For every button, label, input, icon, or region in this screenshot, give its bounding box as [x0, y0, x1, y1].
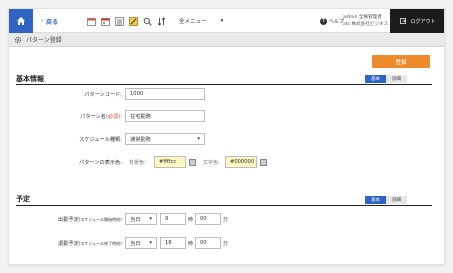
schedule-view-toggle: 基本 詳細	[365, 196, 407, 204]
required-badge: (必須)	[105, 114, 121, 120]
help-label: ヘルプ	[329, 18, 345, 25]
schedule-toggle-detail[interactable]: 詳細	[386, 196, 407, 204]
caret-down-icon: ▾	[149, 216, 152, 222]
start-time-note: (スケジュール開始時刻):	[78, 217, 123, 222]
schedule-section-title: 予定	[16, 195, 30, 203]
basic-view-toggle: 基本 詳細	[365, 75, 407, 83]
code-input[interactable]: 1000	[125, 88, 205, 100]
minute-unit: 分	[223, 217, 229, 223]
color-label: パターンの表示色:	[79, 160, 122, 166]
calendar-icon[interactable]	[87, 17, 96, 26]
name-label-text: パターン名	[80, 114, 106, 120]
back-label: 戻る	[46, 18, 59, 26]
divider	[16, 205, 432, 206]
app-window: ‹ 戻る 全メニュー ▾ ? ヘルプ admin 全権管理者 ats 株式会社ビ…	[8, 8, 445, 265]
edit-icon[interactable]	[129, 16, 138, 26]
end-day-select[interactable]: 当日 ▾	[125, 237, 157, 249]
gear-icon	[14, 36, 22, 43]
bg-color-input[interactable]: #ffffcc	[154, 156, 186, 168]
help-icon: ?	[320, 17, 327, 25]
list-icon[interactable]	[115, 16, 124, 26]
end-time-label-text: 退勤予定	[58, 241, 79, 247]
hour-unit: 時	[188, 241, 194, 247]
schedule-type-value: 通常勤務	[130, 136, 151, 143]
name-label-colon: :	[120, 114, 122, 120]
user-info: admin 全権管理者 ats 株式会社ビジネス	[343, 14, 388, 28]
name-label: パターン名(必須):	[49, 113, 122, 120]
caret-down-icon: ▾	[197, 136, 200, 142]
user-name: admin 全権管理者	[343, 15, 382, 20]
help-button[interactable]: ? ヘルプ	[320, 9, 344, 33]
basic-toggle-detail[interactable]: 詳細	[386, 75, 407, 83]
all-menu-label: 全メニュー	[179, 19, 207, 25]
home-icon	[17, 17, 25, 25]
end-minute-input[interactable]: 00	[195, 237, 221, 249]
start-time-label-text: 出勤予定	[58, 217, 79, 223]
schedule-type-label: スケジュール種類:	[79, 137, 122, 143]
end-time-label: 退勤予定(スケジュール終了時刻):	[29, 240, 123, 247]
name-input[interactable]: 在宅勤務	[125, 110, 205, 122]
end-time-note: (スケジュール終了時刻):	[78, 241, 123, 246]
all-menu-dropdown[interactable]: 全メニュー ▾	[179, 9, 223, 33]
home-button[interactable]	[9, 9, 33, 33]
calendar-month-icon[interactable]	[101, 17, 110, 26]
sort-icon[interactable]	[157, 16, 166, 26]
logout-label: ログアウト	[410, 18, 436, 25]
logout-button[interactable]: ログアウト	[390, 9, 444, 33]
text-color-picker-icon[interactable]	[260, 159, 267, 166]
text-color-label: 文字色:	[203, 160, 220, 166]
bg-color-picker-icon[interactable]	[189, 159, 196, 166]
minute-unit: 分	[223, 241, 229, 247]
register-button[interactable]: 登録	[372, 55, 430, 68]
logout-icon	[400, 18, 407, 24]
start-time-label: 出勤予定(スケジュール開始時刻):	[29, 216, 123, 223]
schedule-toggle-basic[interactable]: 基本	[365, 196, 386, 204]
schedule-type-select[interactable]: 通常勤務 ▾	[125, 133, 205, 145]
caret-down-icon: ▾	[220, 18, 224, 24]
user-company: ats 株式会社ビジネス	[343, 22, 389, 27]
divider	[16, 84, 432, 85]
chevron-left-icon: ‹	[41, 18, 44, 24]
basic-toggle-basic[interactable]: 基本	[365, 75, 386, 83]
top-toolbar: ‹ 戻る 全メニュー ▾ ? ヘルプ admin 全権管理者 ats 株式会社ビ…	[9, 9, 444, 33]
toolbar-icons	[87, 9, 166, 33]
basic-section-title: 基本情報	[16, 75, 44, 83]
back-button[interactable]: ‹ 戻る	[41, 9, 58, 33]
end-hour-input[interactable]: 18	[160, 237, 186, 249]
bg-color-label: 背景色:	[129, 160, 146, 166]
page-header: パターン登録	[9, 33, 444, 47]
hour-unit: 時	[188, 217, 194, 223]
code-label: パターンコード:	[84, 92, 122, 98]
page-title: パターン登録	[26, 37, 62, 44]
start-hour-input[interactable]: 9	[160, 213, 186, 225]
text-color-input[interactable]: #000000	[225, 156, 257, 168]
search-icon[interactable]	[143, 17, 152, 26]
start-day-value: 当日	[130, 216, 141, 223]
end-day-value: 当日	[130, 240, 141, 247]
start-minute-input[interactable]: 00	[195, 213, 221, 225]
start-day-select[interactable]: 当日 ▾	[125, 213, 157, 225]
caret-down-icon: ▾	[149, 240, 152, 246]
